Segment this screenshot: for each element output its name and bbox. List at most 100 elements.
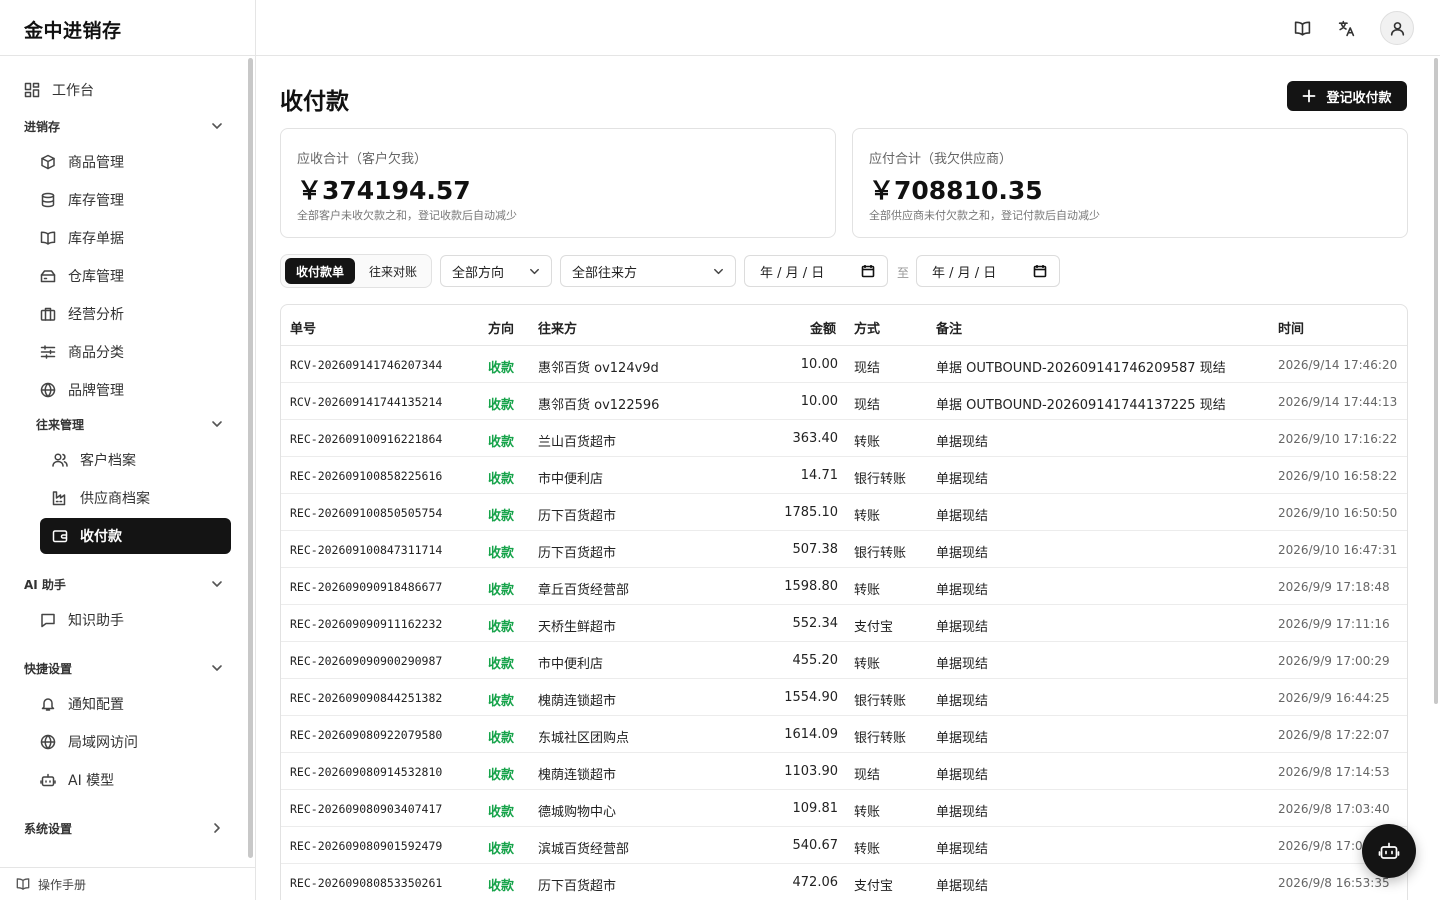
- cell-method: 现结: [854, 398, 881, 413]
- cell-method: 转账: [854, 842, 881, 857]
- cell-amount: 1614.09: [784, 727, 838, 742]
- cell-no: RCV-202609141746207344: [290, 358, 443, 372]
- column-header-note: 备注: [936, 322, 963, 337]
- tab-payment-records[interactable]: 收付款单: [285, 258, 355, 284]
- cell-no: REC-202609090900290987: [290, 654, 443, 668]
- sidebar-group-shortcuts[interactable]: 快捷设置: [24, 656, 224, 680]
- globe-icon: [40, 734, 56, 750]
- sidebar-item-brands[interactable]: 品牌管理: [40, 372, 231, 408]
- cell-method: 支付宝: [854, 879, 894, 894]
- ai-assistant-button[interactable]: [1362, 824, 1416, 878]
- chevron-down-icon: [712, 265, 725, 278]
- sidebar-scrollbar[interactable]: [248, 58, 253, 858]
- table-row[interactable]: REC-202609100850505754 收款 历下百货超市 1785.10 转账 单…: [281, 494, 1407, 531]
- party-select[interactable]: 全部往来方: [560, 255, 736, 287]
- table-row[interactable]: REC-202609090918486677 收款 章丘百货经营部 1598.80 转账…: [281, 568, 1407, 605]
- chevron-down-icon: [212, 665, 222, 671]
- cell-direction: 收款: [488, 472, 515, 487]
- table-row[interactable]: REC-202609100858225616 收款 市中便利店 14.71 银行转账 单据…: [281, 457, 1407, 494]
- table-row[interactable]: REC-202609090900290987 收款 市中便利店 455.20 转账 单据现…: [281, 642, 1407, 679]
- sidebar-item-payments[interactable]: 收付款: [40, 518, 231, 554]
- sidebar-item-warehouse[interactable]: 仓库管理: [40, 258, 231, 294]
- sidebar-item-customers[interactable]: 客户档案: [52, 442, 231, 478]
- direction-select[interactable]: 全部方向: [440, 255, 552, 287]
- party-select-value: 全部往来方: [572, 265, 638, 281]
- sidebar-item-suppliers[interactable]: 供应商档案: [52, 480, 231, 516]
- table-row[interactable]: REC-202609080853350261 收款 历下百货超市 472.06 支付宝 单…: [281, 864, 1407, 900]
- cell-time: 2026/9/8 16:53:35: [1278, 876, 1390, 890]
- table-row[interactable]: REC-202609080901592479 收款 滨城百货经营部 540.67 转账 单…: [281, 827, 1407, 864]
- cell-party: 市中便利店: [538, 657, 604, 672]
- cell-method: 支付宝: [854, 620, 894, 635]
- sidebar-item-notify[interactable]: 通知配置: [40, 686, 231, 722]
- cell-party: 天桥生鲜超市: [538, 620, 617, 635]
- sidebar-group-inventory[interactable]: 进销存: [24, 114, 224, 138]
- calendar-icon: [1033, 264, 1047, 278]
- cell-direction: 收款: [488, 620, 515, 635]
- sidebar-group-contacts[interactable]: 往来管理: [36, 412, 224, 436]
- cell-note: 单据现结: [936, 805, 989, 820]
- cell-amount: 363.40: [792, 431, 839, 446]
- cell-party: 历下百货超市: [538, 546, 617, 561]
- table-row[interactable]: REC-202609100916221864 收款 兰山百货超市 363.40 转账 单据…: [281, 420, 1407, 457]
- cell-note: 单据 OUTBOUND-202609141746209587 现结: [936, 361, 1226, 376]
- book-icon: [1294, 21, 1310, 36]
- sidebar-group-system[interactable]: 系统设置: [24, 816, 224, 840]
- chevron-down-icon: [212, 421, 222, 427]
- sidebar-item-workbench[interactable]: 工作台: [24, 72, 231, 108]
- table-row[interactable]: REC-202609080903407417 收款 德城购物中心 109.81 转账 单据…: [281, 790, 1407, 827]
- cell-amount: 1598.80: [784, 579, 838, 594]
- receivable-label: 应收合计（客户欠我）: [297, 152, 428, 167]
- table-row[interactable]: REC-202609080914532810 收款 槐荫连锁超市 1103.90 现结 单…: [281, 753, 1407, 790]
- cell-note: 单据现结: [936, 620, 989, 635]
- table-row[interactable]: RCV-202609141744135214 收款 惠邻百货 ov122596 10.…: [281, 383, 1407, 420]
- sidebar-item-label: 工作台: [52, 83, 94, 99]
- cell-time: 2026/9/8 17:03:40: [1278, 802, 1390, 816]
- cell-method: 转账: [854, 583, 881, 598]
- sidebar-item-stock[interactable]: 库存管理: [40, 182, 231, 218]
- user-avatar-button[interactable]: [1380, 11, 1414, 45]
- cell-no: REC-202609100858225616: [290, 469, 443, 483]
- table-row[interactable]: REC-202609100847311714 收款 历下百货超市 507.38 银行转账…: [281, 531, 1407, 568]
- sidebar-item-lan[interactable]: 局域网访问: [40, 724, 231, 760]
- cell-party: 惠邻百货 ov122596: [538, 398, 660, 413]
- table-row[interactable]: REC-202609090911162232 收款 天桥生鲜超市 552.34 支付宝 单…: [281, 605, 1407, 642]
- cell-no: REC-202609090918486677: [290, 580, 443, 594]
- manual-button[interactable]: [1285, 11, 1319, 45]
- cell-no: REC-202609080922079580: [290, 728, 443, 742]
- cell-party: 历下百货超市: [538, 509, 617, 524]
- sidebar-item-knowledge[interactable]: 知识助手: [40, 602, 231, 638]
- main-scrollbar[interactable]: [1434, 58, 1438, 704]
- cell-party: 槐荫连锁超市: [538, 694, 617, 709]
- table-row[interactable]: REC-202609080922079580 收款 东城社区团购点 1614.09 银行…: [281, 716, 1407, 753]
- receivable-value: ￥374194.57: [297, 176, 471, 205]
- manual-link[interactable]: 操作手册: [0, 867, 256, 900]
- sidebar-item-label: 供应商档案: [80, 491, 150, 507]
- sidebar-item-stock-docs[interactable]: 库存单据: [40, 220, 231, 256]
- tab-reconciliation[interactable]: 往来对账: [357, 258, 429, 284]
- language-button[interactable]: [1329, 11, 1363, 45]
- sidebar-item-ai-model[interactable]: AI 模型: [40, 762, 231, 798]
- sidebar-item-label: 库存单据: [68, 231, 124, 247]
- date-range-separator: 至: [897, 266, 910, 280]
- cell-note: 单据现结: [936, 509, 989, 524]
- cell-note: 单据现结: [936, 546, 989, 561]
- table-row[interactable]: REC-202609090844251382 收款 槐荫连锁超市 1554.90 银行转…: [281, 679, 1407, 716]
- sidebar-item-label: 客户档案: [80, 453, 136, 469]
- book-icon: [16, 878, 30, 890]
- database-icon: [40, 192, 56, 208]
- add-payment-button[interactable]: 登记收付款: [1287, 81, 1407, 111]
- cell-time: 2026/9/9 17:00:29: [1278, 654, 1390, 668]
- cell-direction: 收款: [488, 657, 515, 672]
- column-header-party: 往来方: [538, 322, 578, 337]
- table-row[interactable]: RCV-202609141746207344 收款 惠邻百货 ov124v9d 10.…: [281, 346, 1407, 383]
- chevron-down-icon: [212, 123, 222, 129]
- cell-party: 德城购物中心: [538, 805, 617, 820]
- date-from-input[interactable]: 年 / 月 / 日: [744, 255, 888, 287]
- sidebar-group-ai[interactable]: AI 助手: [24, 572, 224, 596]
- sidebar-item-categories[interactable]: 商品分类: [40, 334, 231, 370]
- sidebar-item-analytics[interactable]: 经营分析: [40, 296, 231, 332]
- sidebar-nav: 工作台 进销存 商品管理 库存管理 库存单据 仓库管理 经营分析 商品分类 品牌…: [0, 56, 256, 866]
- date-to-input[interactable]: 年 / 月 / 日: [916, 255, 1060, 287]
- sidebar-item-products[interactable]: 商品管理: [40, 144, 231, 180]
